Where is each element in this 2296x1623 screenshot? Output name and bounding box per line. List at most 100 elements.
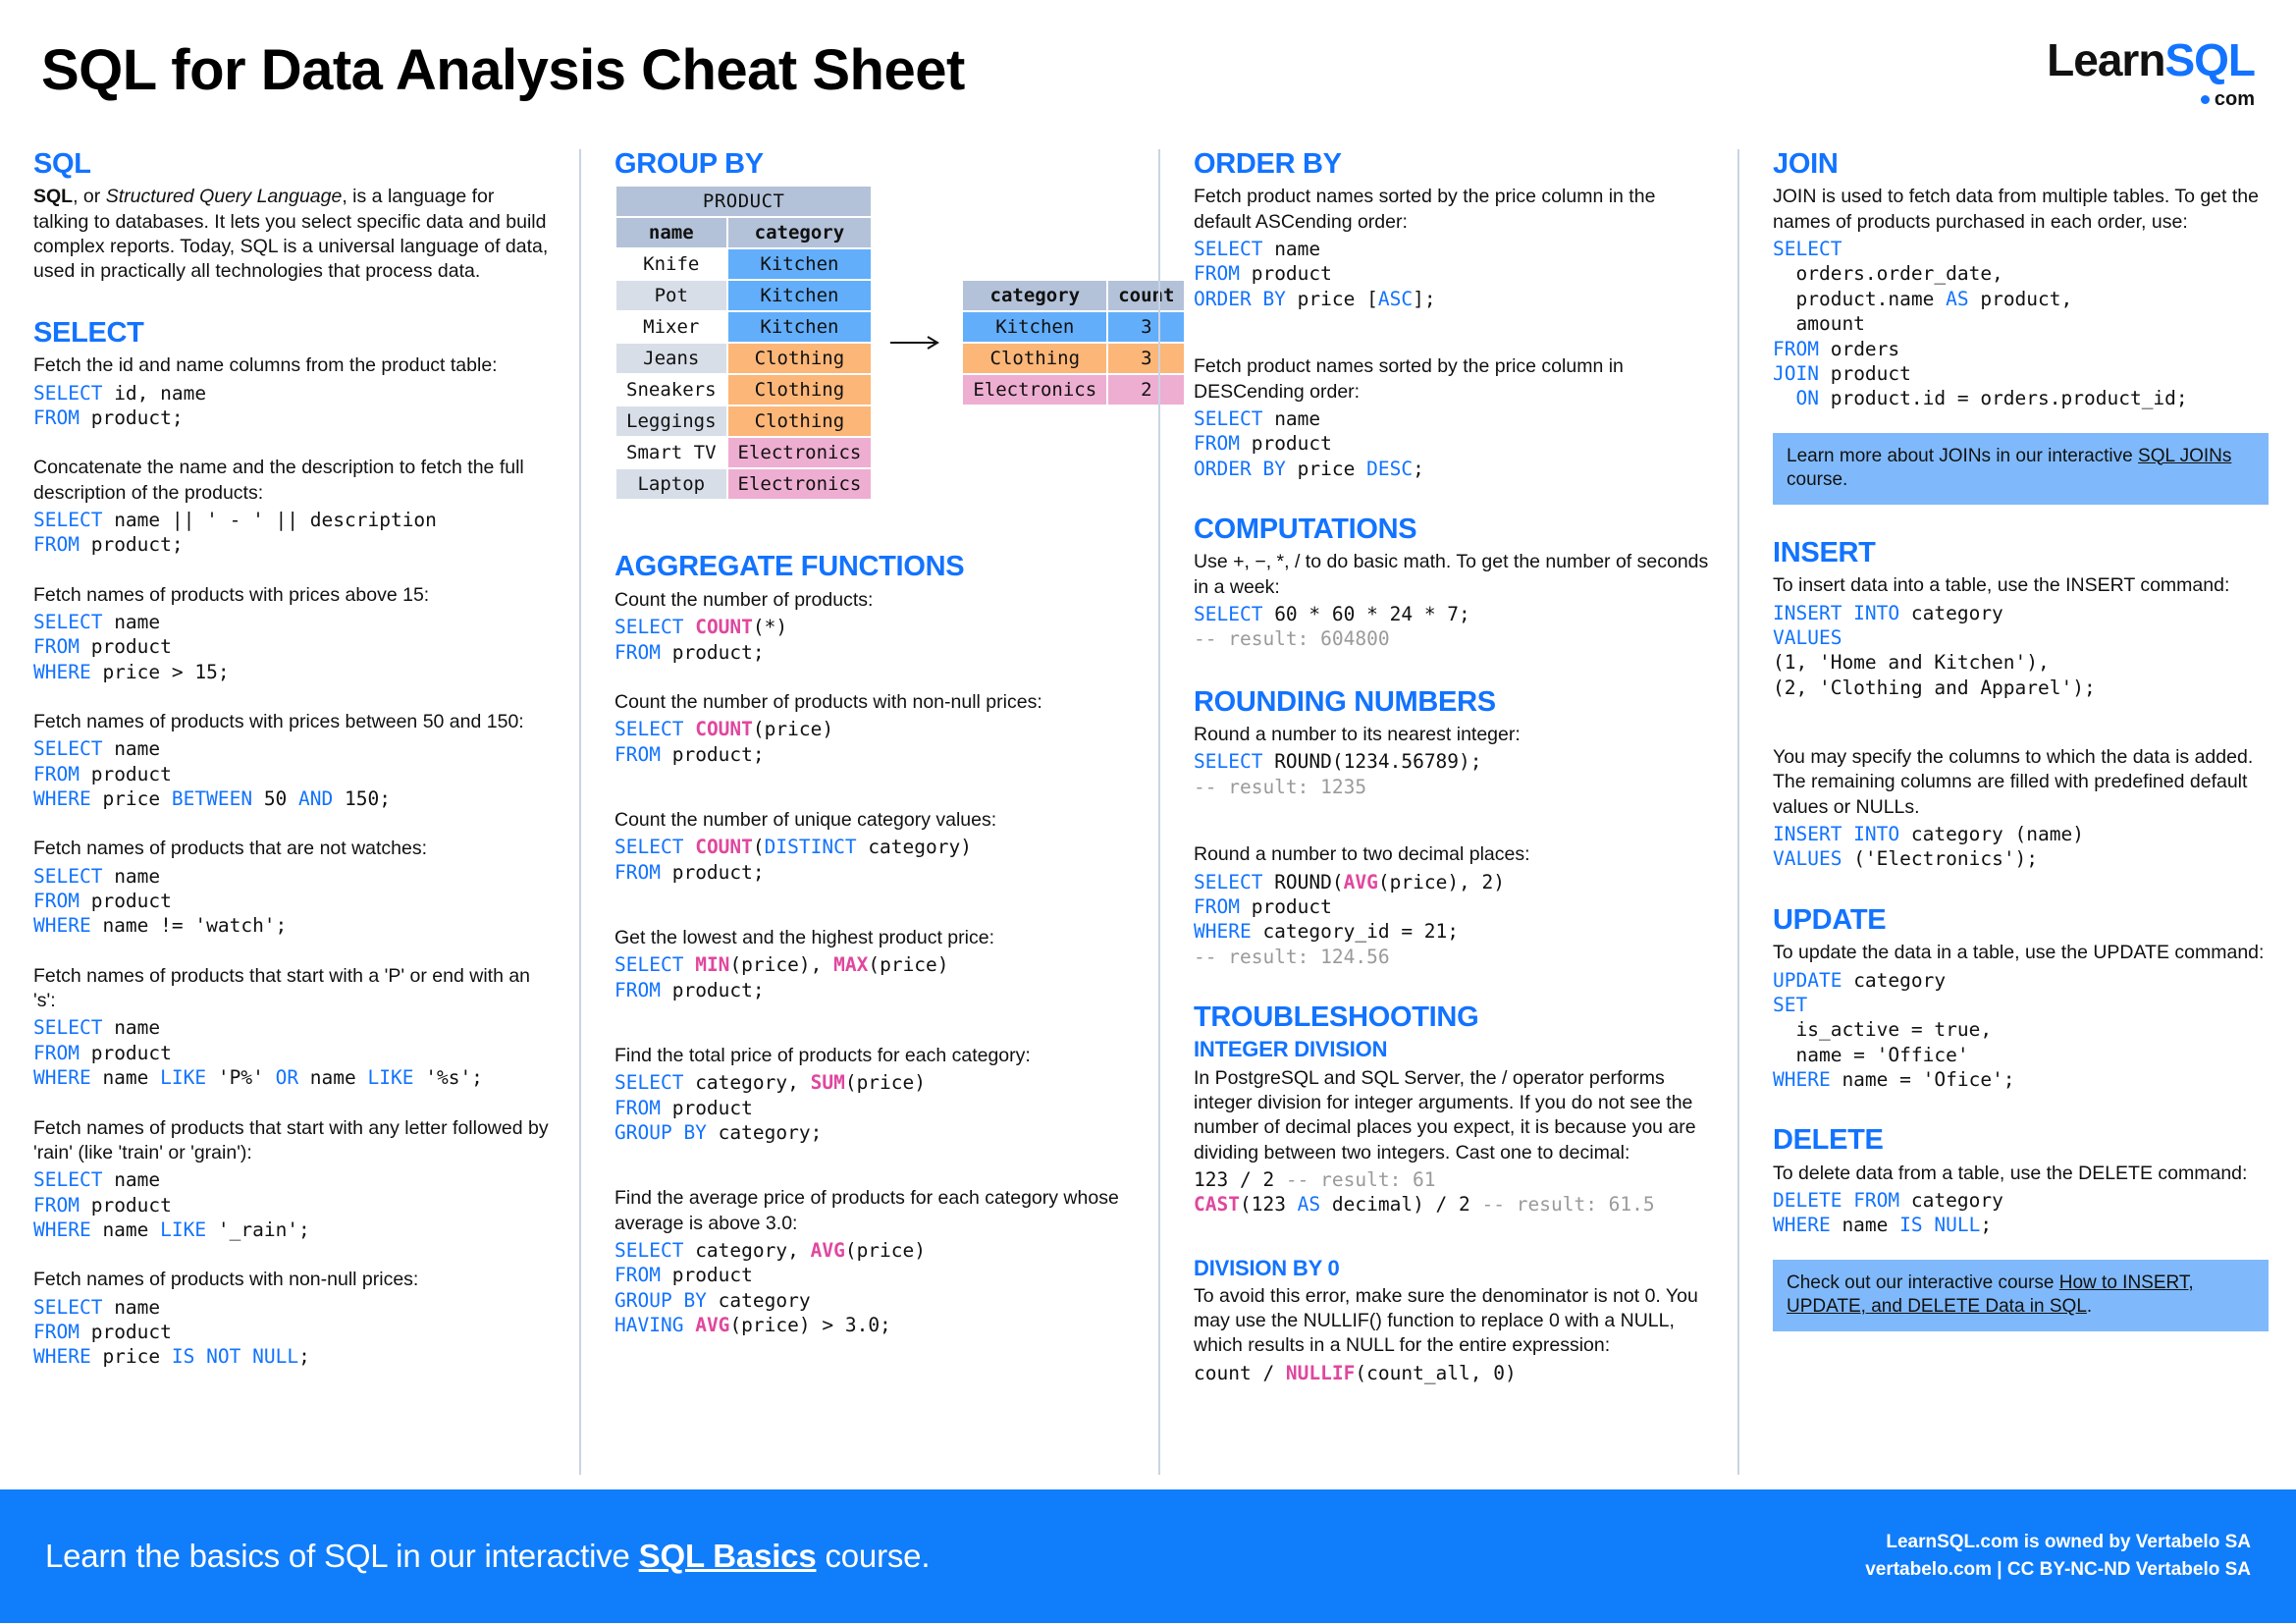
orderby-code-1: SELECT name FROM product ORDER BY price …: [1194, 406, 1424, 480]
product-table: PRODUCT name category Knife Kitchen Pot: [614, 185, 873, 501]
sql-intro-a: , or: [73, 186, 106, 208]
cell-name: Sneakers: [616, 375, 726, 406]
cell-name: Pot: [616, 281, 726, 311]
rounding-desc-0: Round a number to its nearest integer:: [1194, 724, 1521, 746]
select-desc-0: Fetch the id and name columns from the p…: [33, 354, 498, 377]
heading-rounding-numbers: ROUNDING NUMBERS: [1194, 685, 1496, 718]
aggregate-desc-2: Count the number of unique category valu…: [614, 808, 997, 831]
select-example-2: Fetch names of products with prices abov…: [33, 583, 552, 684]
page-footer: Learn the basics of SQL in our interacti…: [0, 1489, 2296, 1623]
table-row: Kitchen 3: [963, 312, 1185, 343]
aggregate-code-4: SELECT category, SUM(price) FROM product…: [614, 1071, 927, 1145]
page-header: SQL for Data Analysis Cheat Sheet LearnS…: [0, 0, 2296, 147]
dml-course-callout[interactable]: Check out our interactive course How to …: [1773, 1259, 2269, 1332]
cell-category: Clothing: [727, 406, 872, 437]
aggregate-code-0: SELECT COUNT(*) FROM product;: [614, 616, 788, 664]
cell-category: Kitchen: [727, 312, 872, 343]
group-by-diagram: PRODUCT name category Knife Kitchen Pot: [614, 185, 1185, 501]
product-col-name: name: [616, 218, 726, 248]
cell-category: Kitchen: [727, 249, 872, 280]
aggregate-code-5: SELECT category, AVG(price) FROM product…: [614, 1239, 927, 1337]
cell-category: Electronics: [727, 438, 872, 468]
orderby-example-0: Fetch product names sorted by the price …: [1194, 185, 1710, 311]
heading-update: UPDATE: [1773, 903, 1887, 936]
integer-division-desc: In PostgreSQL and SQL Server, the / oper…: [1194, 1066, 1696, 1163]
update-code: UPDATE category SET is_active = true, na…: [1773, 968, 2015, 1091]
logo-sql-text: SQL: [2164, 34, 2256, 85]
logo-com-label: com: [2214, 88, 2255, 110]
select-example-4: Fetch names of products that are not wat…: [33, 837, 552, 938]
page-title: SQL for Data Analysis Cheat Sheet: [41, 38, 965, 102]
select-code-0: SELECT id, name FROM product;: [33, 381, 207, 429]
select-example-5: Fetch names of products that start with …: [33, 964, 552, 1091]
heading-delete: DELETE: [1773, 1124, 1884, 1157]
delete-callout-pre: Check out our interactive course: [1787, 1271, 2059, 1293]
aggregate-code-2: SELECT COUNT(DISTINCT category) FROM pro…: [614, 836, 972, 884]
join-course-callout[interactable]: Learn more about JOINs in our interactiv…: [1773, 432, 2269, 505]
footer-cta-post: course.: [816, 1538, 931, 1574]
rounding-code-0: SELECT ROUND(1234.56789); -- result: 123…: [1194, 750, 1482, 798]
select-desc-4: Fetch names of products that are not wat…: [33, 838, 428, 860]
logo-dot-icon: [2200, 95, 2210, 105]
learnsql-logo: LearnSQL com: [2047, 34, 2256, 111]
rounding-example-0: Round a number to its nearest integer: S…: [1194, 723, 1710, 799]
footer-attribution: LearnSQL.com is owned by Vertabelo SA ve…: [1865, 1529, 2251, 1583]
cheat-sheet-page: SQL for Data Analysis Cheat Sheet LearnS…: [0, 0, 2296, 1623]
cell-category: Kitchen: [963, 312, 1107, 343]
column-orderby-troubleshooting: ORDER BY Fetch product names sorted by t…: [1158, 149, 1737, 1475]
aggregate-code-1: SELECT COUNT(price) FROM product;: [614, 718, 834, 766]
select-code-4: SELECT name FROM product WHERE name != '…: [33, 864, 288, 938]
select-code-3: SELECT name FROM product WHERE price BET…: [33, 737, 391, 811]
aggregate-desc-1: Count the number of products with non-nu…: [614, 690, 1042, 713]
integer-division-example: In PostgreSQL and SQL Server, the / oper…: [1194, 1066, 1710, 1217]
column-sql-select: SQL SQL, or Structured Query Language, i…: [0, 149, 579, 1475]
division-by-zero-code: count / NULLIF(count_all, 0): [1194, 1361, 1517, 1384]
sql-intro-bold: SQL: [33, 186, 74, 208]
select-code-2: SELECT name FROM product WHERE price > 1…: [33, 611, 230, 683]
orderby-desc-0: Fetch product names sorted by the price …: [1194, 186, 1656, 233]
cell-category: Clothing: [727, 344, 872, 374]
aggregate-example-2: Count the number of unique category valu…: [614, 808, 1131, 885]
cell-category: Electronics: [727, 469, 872, 500]
division-by-zero-example: To avoid this error, make sure the denom…: [1194, 1284, 1710, 1385]
table-row: Electronics 2: [963, 375, 1185, 406]
heading-integer-division: INTEGER DIVISION: [1194, 1037, 1388, 1062]
sql-intro-paragraph: SQL, or Structured Query Language, is a …: [33, 185, 552, 284]
aggregate-code-3: SELECT MIN(price), MAX(price) FROM produ…: [614, 953, 949, 1001]
sql-basics-course-link[interactable]: SQL Basics: [639, 1538, 817, 1574]
sql-intro-italic: Structured Query Language: [105, 186, 343, 208]
join-callout-post: course.: [1787, 469, 1848, 491]
insert-code-2: INSERT INTO category (name) VALUES ('Ele…: [1773, 823, 2084, 871]
footer-cta: Learn the basics of SQL in our interacti…: [45, 1538, 930, 1575]
rounding-code-1: SELECT ROUND(AVG(price), 2) FROM product…: [1194, 870, 1506, 968]
heading-aggregate-functions: AGGREGATE FUNCTIONS: [614, 551, 965, 583]
delete-callout-post: .: [2086, 1296, 2093, 1318]
aggregate-desc-5: Find the average price of products for e…: [614, 1187, 1119, 1234]
content-columns: SQL SQL, or Structured Query Language, i…: [0, 149, 2296, 1475]
logo-learn-text: Learn: [2047, 34, 2165, 85]
division-by-zero-desc: To avoid this error, make sure the denom…: [1194, 1284, 1698, 1357]
cell-category: Clothing: [727, 375, 872, 406]
heading-insert: INSERT: [1773, 536, 1876, 568]
cell-name: Mixer: [616, 312, 726, 343]
cell-name: Jeans: [616, 344, 726, 374]
heading-sql: SQL: [33, 148, 91, 180]
footer-cta-pre: Learn the basics of SQL in our interacti…: [45, 1538, 639, 1574]
heading-computations: COMPUTATIONS: [1194, 513, 1417, 545]
insert-desc-1: To insert data into a table, use the INS…: [1773, 574, 2230, 597]
grouped-result-table: category count Kitchen 3 Clothing 3 Elec…: [961, 279, 1186, 406]
column-groupby-aggregate: GROUP BY PRODUCT name category Knife Kit…: [579, 148, 1185, 1475]
orderby-example-1: Fetch product names sorted by the price …: [1194, 354, 1710, 481]
delete-code: DELETE FROM category WHERE name IS NULL;: [1773, 1189, 2003, 1237]
footer-license-line: vertabelo.com | CC BY-NC-ND Vertabelo SA: [1865, 1559, 2251, 1580]
select-desc-3: Fetch names of products with prices betw…: [33, 711, 524, 733]
table-row: Sneakers Clothing: [616, 375, 872, 406]
heading-group-by: GROUP BY: [614, 148, 764, 180]
table-header-row: category count: [963, 281, 1185, 311]
integer-division-code: 123 / 2 -- result: 61 CAST(123 AS decima…: [1194, 1167, 1655, 1217]
sql-joins-course-link[interactable]: SQL JOINs: [2138, 446, 2231, 466]
computations-desc: Use +, −, *, / to do basic math. To get …: [1194, 551, 1709, 598]
table-header-row: name category: [616, 218, 872, 248]
table-row: Mixer Kitchen: [616, 312, 872, 343]
select-code-7: SELECT name FROM product WHERE price IS …: [33, 1295, 310, 1369]
